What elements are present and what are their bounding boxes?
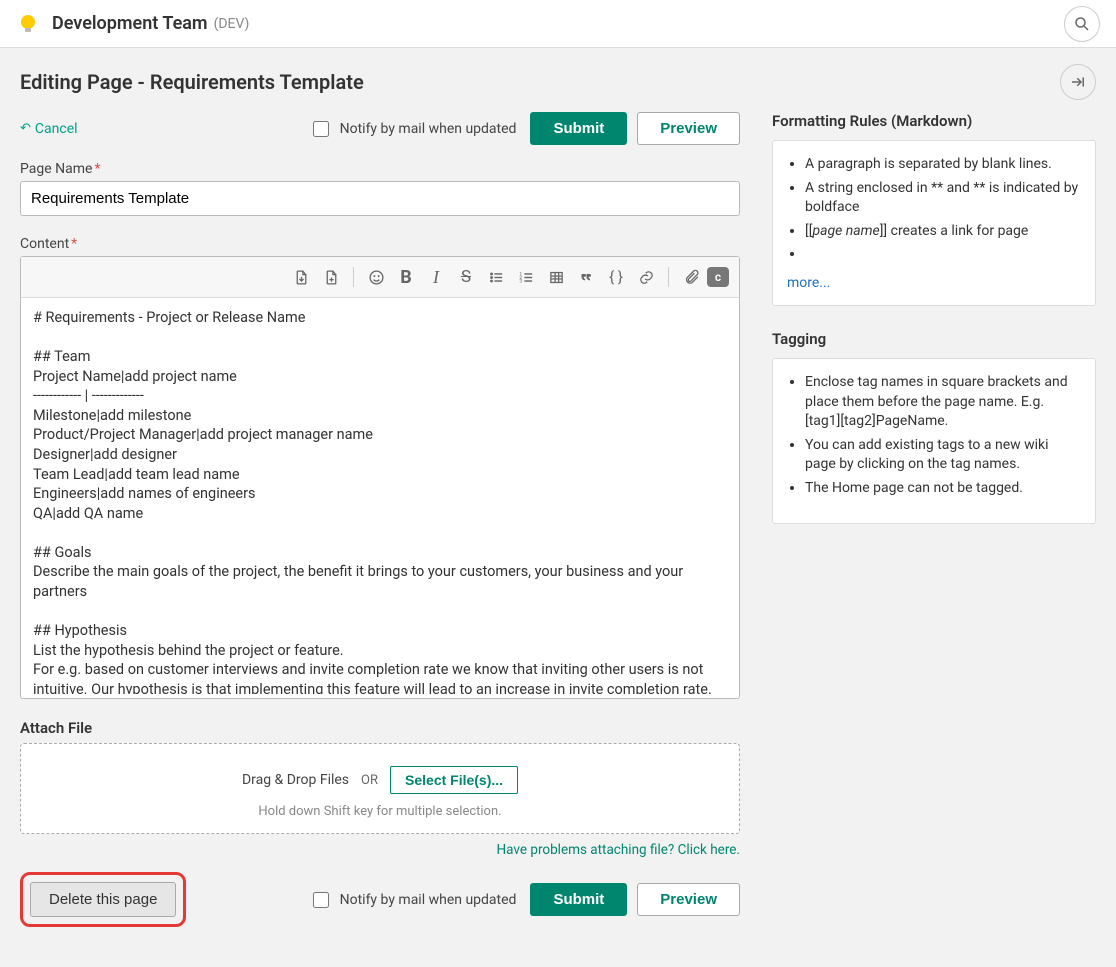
attach-hint: Hold down Shift key for multiple selecti… xyxy=(31,804,729,819)
page-name-input[interactable] xyxy=(20,181,740,216)
search-button[interactable] xyxy=(1064,6,1100,42)
content-editor: B I S 123 xyxy=(20,256,740,699)
tagging-item: Enclose tag names in square brackets and… xyxy=(805,373,1079,432)
notify-label-bottom: Notify by mail when updated xyxy=(340,892,517,908)
bulb-icon xyxy=(16,12,40,36)
numbered-list-icon[interactable]: 123 xyxy=(512,263,540,291)
collapse-sidebar-button[interactable] xyxy=(1060,64,1096,100)
formatting-box: A paragraph is separated by blank lines.… xyxy=(772,140,1096,306)
project-code: (DEV) xyxy=(214,16,250,32)
bullet-list-icon[interactable] xyxy=(482,263,510,291)
notify-checkbox-top[interactable] xyxy=(313,121,329,137)
tagging-box: Enclose tag names in square brackets and… xyxy=(772,358,1096,524)
delete-highlight-annotation: Delete this page xyxy=(20,872,186,927)
formatting-item: A paragraph is separated by blank lines. xyxy=(805,155,1079,175)
svg-text:3: 3 xyxy=(519,278,522,284)
file-add-icon[interactable] xyxy=(317,263,345,291)
preview-button-bottom[interactable]: Preview xyxy=(637,883,740,916)
attach-file-label: Attach File xyxy=(20,719,740,737)
attach-dropzone[interactable]: Drag & Drop Files OR Select File(s)... H… xyxy=(20,743,740,834)
submit-button-bottom[interactable]: Submit xyxy=(530,883,627,916)
formatting-more-link[interactable]: more... xyxy=(787,275,830,291)
preview-button-top[interactable]: Preview xyxy=(637,112,740,145)
link-icon[interactable] xyxy=(632,263,660,291)
tagging-item: You can add existing tags to a new wiki … xyxy=(805,436,1079,475)
quote-icon[interactable] xyxy=(572,263,600,291)
notify-checkbox-bottom[interactable] xyxy=(313,892,329,908)
tagging-heading: Tagging xyxy=(772,330,1096,348)
cancel-label: Cancel xyxy=(35,121,78,137)
code-braces-button[interactable]: { } xyxy=(602,263,630,291)
attach-or-text: OR xyxy=(361,773,378,788)
undo-icon: ↶ xyxy=(20,121,31,136)
emoji-icon[interactable] xyxy=(362,263,390,291)
select-files-button[interactable]: Select File(s)... xyxy=(390,766,518,794)
drag-drop-text: Drag & Drop Files xyxy=(242,772,349,788)
page-title: Editing Page - Requirements Template xyxy=(20,70,364,94)
editor-toolbar: B I S 123 xyxy=(21,257,739,298)
cacoo-badge-icon[interactable]: c xyxy=(707,267,729,287)
page-name-label: Page Name* xyxy=(20,161,740,177)
bold-button[interactable]: B xyxy=(392,263,420,291)
submit-button-top[interactable]: Submit xyxy=(530,112,627,145)
arrow-right-to-line-icon xyxy=(1069,73,1087,91)
delete-page-button[interactable]: Delete this page xyxy=(30,882,176,917)
project-name[interactable]: Development Team xyxy=(52,13,208,34)
strikethrough-button[interactable]: S xyxy=(452,263,480,291)
file-download-icon[interactable] xyxy=(287,263,315,291)
cancel-link[interactable]: ↶ Cancel xyxy=(20,121,78,137)
formatting-item xyxy=(805,245,1079,265)
attach-problems-link[interactable]: Have problems attaching file? Click here… xyxy=(20,842,740,858)
top-header: Development Team (DEV) xyxy=(0,0,1116,48)
notify-checkbox-wrap-top[interactable]: Notify by mail when updated xyxy=(309,118,517,140)
formatting-item: A string enclosed in ** and ** is indica… xyxy=(805,179,1079,218)
italic-button[interactable]: I xyxy=(422,263,450,291)
table-icon[interactable] xyxy=(542,263,570,291)
content-textarea[interactable] xyxy=(21,298,739,694)
notify-label-top: Notify by mail when updated xyxy=(340,121,517,137)
content-label: Content* xyxy=(20,236,740,252)
search-icon xyxy=(1073,15,1091,33)
formatting-heading: Formatting Rules (Markdown) xyxy=(772,112,1096,130)
attachment-icon[interactable] xyxy=(677,263,705,291)
tagging-item: The Home page can not be tagged. xyxy=(805,479,1079,499)
formatting-item: [[page name]] creates a link for page xyxy=(805,222,1079,242)
notify-checkbox-wrap-bottom[interactable]: Notify by mail when updated xyxy=(309,889,517,911)
